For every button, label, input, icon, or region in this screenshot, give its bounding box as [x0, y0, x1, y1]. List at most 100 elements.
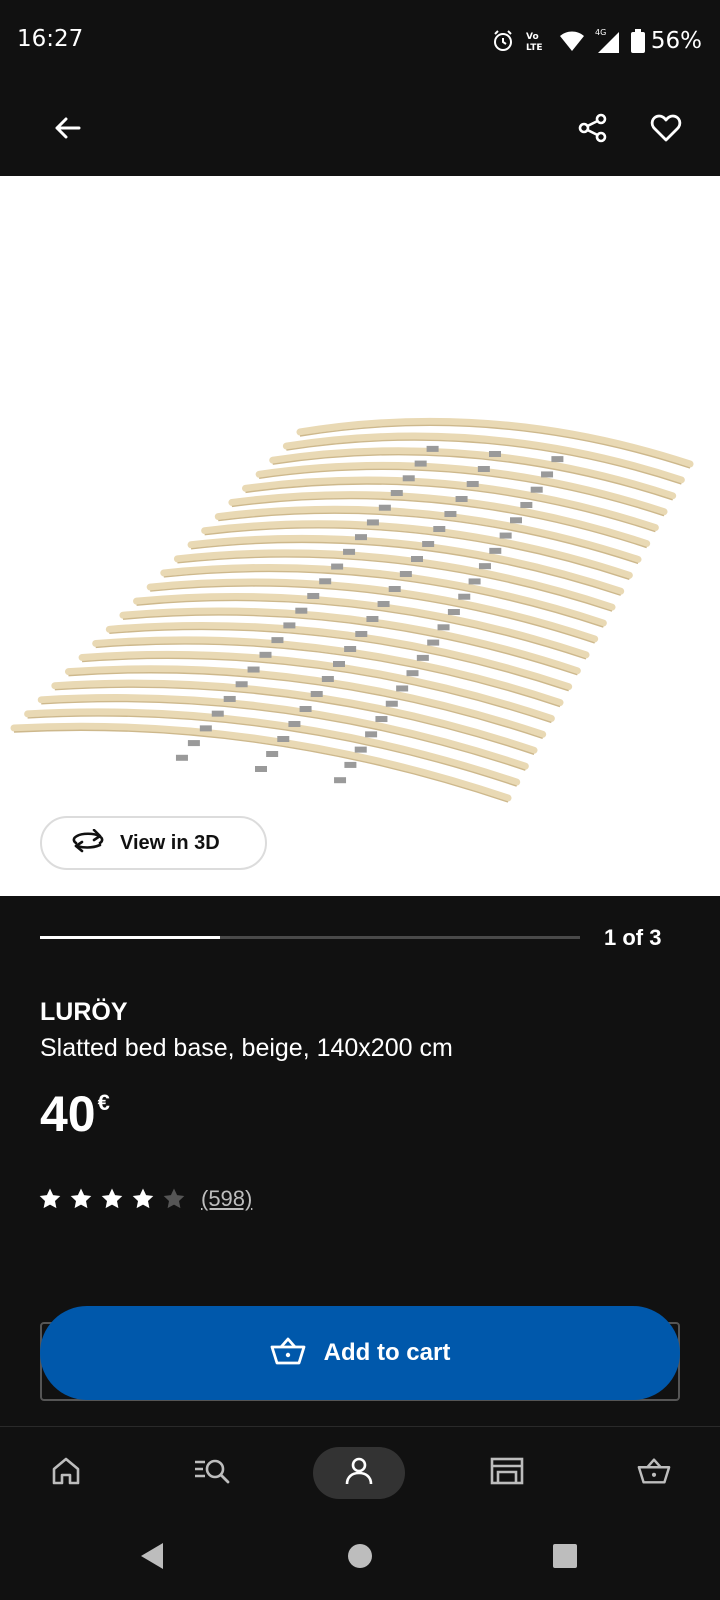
volte-icon: Vo LTE: [525, 29, 549, 53]
slat-clip: [333, 661, 345, 667]
favourite-button[interactable]: [638, 102, 694, 158]
star-filled-icon: [132, 1188, 154, 1209]
slat-clip: [390, 490, 403, 497]
slat-clip: [437, 624, 450, 631]
status-time: 16:27: [17, 26, 84, 52]
slat-clip: [344, 761, 357, 768]
slat-clip: [414, 460, 427, 467]
slat-clip: [541, 471, 554, 478]
star-filled-icon: [39, 1188, 61, 1209]
price-currency: €: [97, 1090, 110, 1115]
view-in-3d-button[interactable]: View in 3D: [40, 816, 267, 870]
slat-clip: [411, 556, 423, 562]
slat-clip: [422, 541, 435, 547]
search-list-icon: [194, 1456, 232, 1490]
rating-stars: [38, 1187, 186, 1211]
store-icon: [490, 1456, 524, 1490]
system-recents-button[interactable]: [545, 1538, 585, 1578]
square-recents-icon: [552, 1543, 578, 1573]
svg-text:LTE: LTE: [526, 43, 543, 53]
slat-clip: [283, 622, 296, 629]
nav-search[interactable]: [167, 1447, 259, 1499]
slat-clip: [366, 519, 379, 526]
star-filled-icon: [70, 1188, 92, 1209]
nav-basket[interactable]: [608, 1447, 700, 1499]
slat-clip: [223, 695, 236, 702]
slat-clip: [299, 706, 312, 712]
nav-stores[interactable]: [461, 1447, 553, 1499]
slat-clip: [366, 616, 379, 622]
slat-clip: [343, 548, 356, 555]
slat-clip: [477, 466, 490, 472]
slat-clip: [247, 666, 260, 673]
bottom-navigation: [0, 1426, 720, 1516]
slat-clip: [331, 563, 344, 570]
slat-clip: [466, 481, 479, 487]
slat-clip: [310, 691, 323, 697]
slat-clip: [399, 571, 412, 577]
gallery-progress-fill: [40, 936, 220, 939]
circle-home-icon: [347, 1543, 373, 1573]
slat-clip: [255, 766, 267, 772]
slat-clip: [365, 731, 378, 738]
basket-icon: [637, 1456, 671, 1490]
slat-clip: [499, 532, 512, 539]
svg-text:4G: 4G: [595, 28, 606, 37]
system-back-button[interactable]: [132, 1538, 172, 1578]
slat-clip: [354, 746, 367, 753]
slat-clip: [444, 511, 457, 517]
nav-home[interactable]: [20, 1447, 112, 1499]
triangle-back-icon: [138, 1541, 166, 1575]
nav-profile[interactable]: [313, 1447, 405, 1499]
product-price: 40 €: [40, 1084, 110, 1144]
slat-clip: [344, 646, 357, 652]
slat-clip: [375, 716, 388, 723]
status-bar: 16:27 Vo LTE 4G 56%: [0, 0, 720, 84]
slat-clip: [458, 593, 471, 600]
slat-clip: [406, 670, 419, 677]
price-amount: 40: [40, 1086, 96, 1142]
rotate-3d-icon: [70, 828, 106, 857]
signal-4g-icon: 4G: [595, 28, 621, 54]
system-navigation-bar: [0, 1516, 720, 1600]
product-rating[interactable]: (598): [38, 1186, 252, 1212]
slat-clip: [277, 736, 290, 742]
svg-text:Vo: Vo: [526, 32, 539, 42]
star-empty-icon: [163, 1188, 185, 1209]
top-app-bar: [0, 84, 720, 176]
slat-clip: [354, 534, 367, 541]
slat-clip: [235, 681, 248, 688]
slat-clip: [396, 685, 409, 692]
arrow-back-icon: [52, 113, 82, 147]
slat-clip: [321, 676, 334, 682]
battery-percentage: 56%: [650, 28, 702, 54]
slat-clip: [355, 631, 368, 637]
slat-clip: [402, 475, 415, 482]
view-in-3d-label: View in 3D: [120, 831, 220, 854]
slat-clip: [334, 777, 347, 784]
product-image-gallery[interactable]: View in 3D: [0, 176, 720, 896]
slat-clip: [377, 601, 390, 607]
slat-clip: [509, 517, 522, 524]
review-count-link[interactable]: (598): [201, 1186, 252, 1212]
gallery-progress-bar: [40, 936, 580, 939]
slat-clip: [271, 637, 284, 644]
add-to-cart-button[interactable]: Add to cart: [40, 1306, 680, 1400]
slat-clip: [416, 654, 429, 661]
share-button[interactable]: [565, 102, 621, 158]
slat-clip: [520, 501, 533, 508]
basket-icon: [270, 1336, 306, 1370]
slat-clip: [489, 451, 501, 457]
system-home-button[interactable]: [340, 1538, 380, 1578]
slat-clip: [468, 578, 481, 585]
back-button[interactable]: [39, 102, 95, 158]
slat-clip: [259, 651, 272, 658]
product-description: Slatted bed base, beige, 140x200 cm: [40, 1034, 453, 1062]
slat-clip: [427, 639, 440, 646]
slat-clip: [378, 504, 391, 511]
slat-clip: [295, 607, 308, 614]
slat-clip: [551, 456, 564, 463]
slat-clip: [211, 710, 224, 717]
gallery-page-indicator: 1 of 3: [604, 925, 662, 950]
slat-clip: [478, 563, 491, 570]
